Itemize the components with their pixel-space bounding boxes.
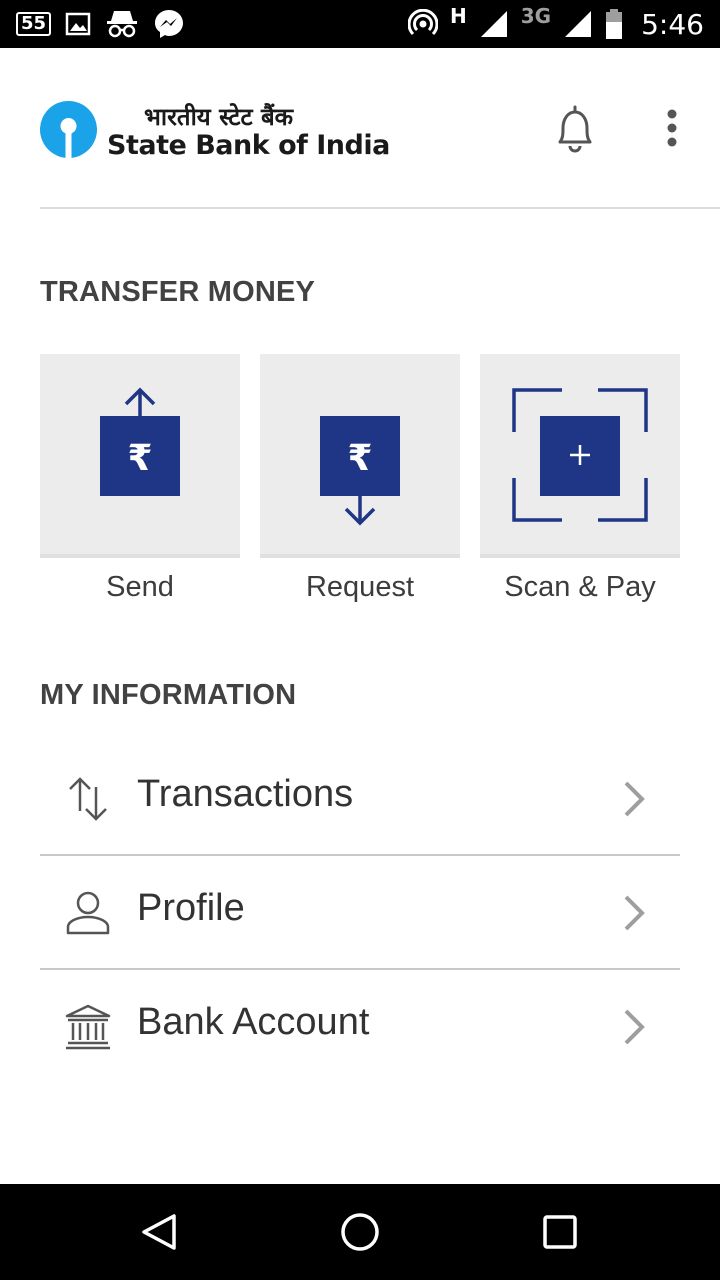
profile-row[interactable]: Profile <box>40 857 680 970</box>
home-icon[interactable] <box>336 1208 384 1256</box>
request-money-icon: ₹ <box>320 416 400 526</box>
logo-english-text: State Bank of India <box>107 130 390 161</box>
chevron-right-icon <box>624 1009 645 1045</box>
messenger-icon <box>155 10 184 38</box>
chevron-right-icon <box>624 781 645 817</box>
bell-icon[interactable] <box>552 104 598 154</box>
sbi-logo-icon <box>40 101 97 158</box>
my-information-heading: MY INFORMATION <box>40 679 297 711</box>
notification-count-icon: 55 <box>16 12 52 36</box>
bank-account-row[interactable]: Bank Account <box>40 971 680 1084</box>
send-tile[interactable]: ₹ <box>40 354 240 558</box>
status-bar: 55 H 3G 5:46 <box>0 0 720 48</box>
scan-pay-icon <box>512 388 648 522</box>
clock: 5:46 <box>641 7 704 41</box>
request-label: Request <box>305 571 414 603</box>
image-icon <box>65 12 91 36</box>
chevron-right-icon <box>624 895 645 931</box>
transactions-row[interactable]: Transactions <box>40 743 680 856</box>
scan-pay-label: Scan & Pay <box>504 571 656 603</box>
incognito-icon <box>107 11 138 38</box>
back-icon[interactable] <box>136 1208 184 1256</box>
svg-text:₹: ₹ <box>347 438 372 479</box>
send-money-icon: ₹ <box>100 387 180 496</box>
navigation-bar <box>0 1184 720 1280</box>
network-type-secondary-label: 3G <box>520 4 552 28</box>
bank-account-label: Bank Account <box>137 1001 370 1043</box>
transfer-money-heading: TRANSFER MONEY <box>40 276 316 308</box>
transactions-label: Transactions <box>137 773 354 815</box>
transactions-icon <box>69 777 107 821</box>
profile-label: Profile <box>137 887 245 929</box>
bank-icon <box>65 1004 111 1050</box>
battery-icon <box>606 9 623 39</box>
svg-text:₹: ₹ <box>127 438 152 479</box>
send-label: Send <box>106 571 174 603</box>
request-tile[interactable]: ₹ <box>260 354 460 558</box>
signal-icon <box>480 11 507 37</box>
more-vert-icon[interactable] <box>660 108 684 148</box>
logo-hindi-text: भारतीय स्टेट बैंक <box>144 103 294 131</box>
scan-pay-tile[interactable] <box>480 354 680 558</box>
network-type-label: H <box>450 4 467 28</box>
app-header: भारतीय स्टेट बैंक State Bank of India <box>40 48 720 209</box>
signal-icon <box>565 11 592 37</box>
recents-icon[interactable] <box>536 1208 584 1256</box>
hotspot-icon <box>408 9 439 36</box>
person-icon <box>66 891 110 935</box>
